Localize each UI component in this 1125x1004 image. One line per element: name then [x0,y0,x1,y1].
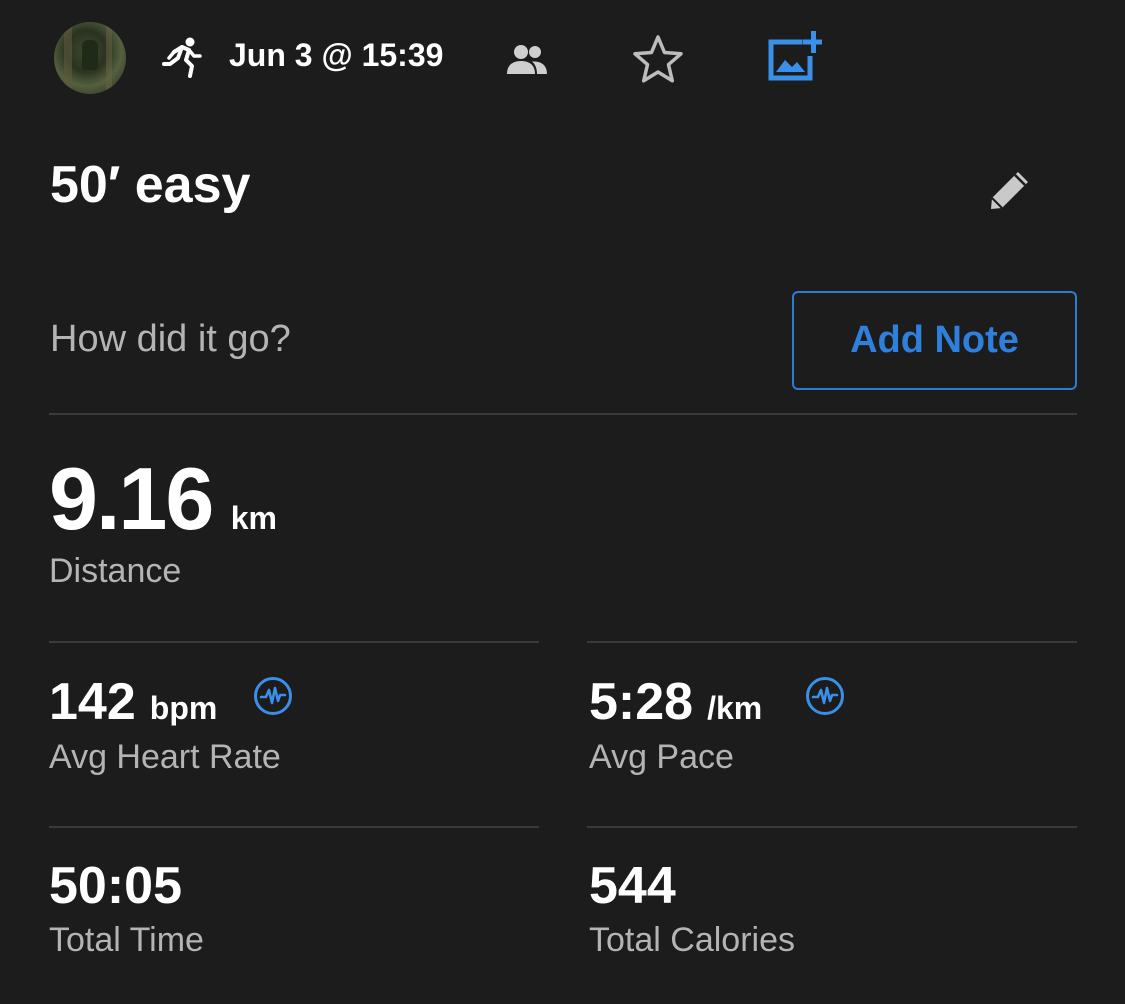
add-note-button[interactable]: Add Note [792,291,1077,390]
divider [587,641,1077,643]
avatar-tree [106,22,112,94]
add-photo-icon[interactable] [766,30,822,82]
pace-unit: /km [707,690,763,726]
group-icon[interactable] [506,42,548,76]
total-time-value: 50:05 [49,857,182,915]
heart-rate-unit: bpm [149,690,218,726]
activity-date: Jun 3 @ 15:39 [229,37,444,73]
total-calories-value: 544 [589,857,676,915]
avatar[interactable] [54,22,126,94]
total-time-label: Total Time [49,921,204,959]
divider [587,826,1077,828]
heart-rate-label: Avg Heart Rate [49,738,281,776]
divider [49,826,539,828]
pace-stat[interactable]: 5:28 /km [589,672,762,732]
note-prompt: How did it go? [50,318,291,360]
heart-rate-stat[interactable]: 142 bpm [49,672,217,732]
pulse-chart-icon[interactable] [805,676,845,716]
total-calories-label: Total Calories [589,921,795,959]
pulse-chart-icon[interactable] [253,676,293,716]
divider [49,413,1077,415]
pace-label: Avg Pace [589,738,734,776]
distance-label: Distance [49,552,182,590]
running-icon [162,37,202,78]
distance-stat: 9.16 km [49,448,277,550]
star-icon[interactable] [632,34,684,84]
avatar-figure [82,40,98,70]
pace-value: 5:28 [589,673,694,731]
pencil-icon[interactable] [988,168,1032,212]
avatar-tree [64,22,72,94]
distance-value: 9.16 [49,449,214,548]
distance-unit: km [230,500,277,536]
heart-rate-value: 142 [49,673,136,731]
activity-title: 50′ easy [50,156,251,214]
divider [49,641,539,643]
